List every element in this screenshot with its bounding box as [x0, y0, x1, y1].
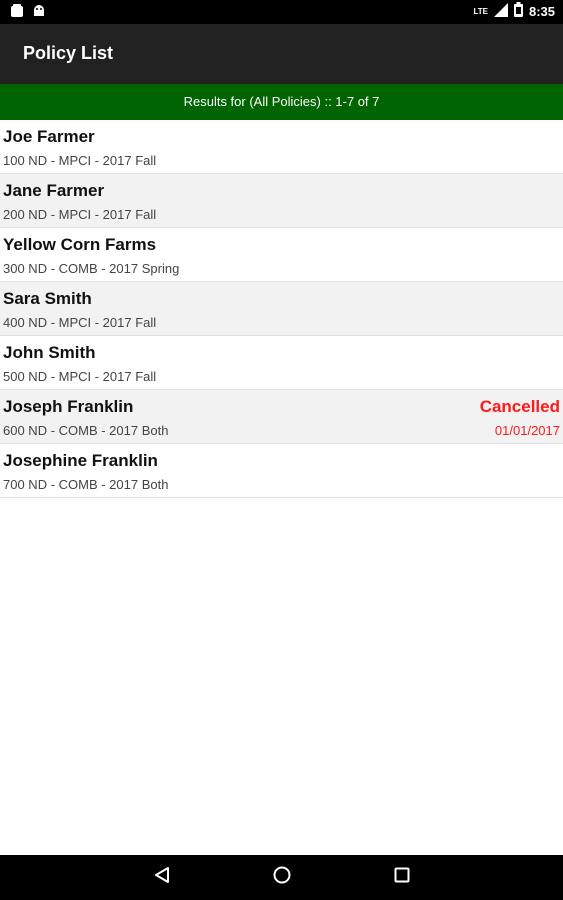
policy-name: Joseph Franklin — [3, 397, 134, 416]
recents-icon — [393, 866, 411, 889]
status-bar: LTE 8:35 — [0, 0, 563, 24]
android-icon — [32, 4, 46, 23]
policy-row[interactable]: Jane Farmer 200 ND - MPCI - 2017 Fall — [0, 174, 563, 228]
network-type: LTE — [473, 6, 488, 16]
policy-list: Joe Farmer 100 ND - MPCI - 2017 Fall Jan… — [0, 120, 563, 498]
policy-detail: 400 ND - MPCI - 2017 Fall — [3, 315, 157, 330]
back-icon — [153, 866, 171, 889]
policy-row[interactable]: Yellow Corn Farms 300 ND - COMB - 2017 S… — [0, 228, 563, 282]
policy-detail: 100 ND - MPCI - 2017 Fall — [3, 153, 157, 168]
notification-icon — [10, 4, 24, 23]
policy-row[interactable]: Joe Farmer 100 ND - MPCI - 2017 Fall — [0, 120, 563, 174]
app-bar: Policy List — [0, 24, 563, 84]
results-summary: Results for (All Policies) :: 1-7 of 7 — [0, 84, 563, 120]
policy-row[interactable]: Sara Smith 400 ND - MPCI - 2017 Fall — [0, 282, 563, 336]
policy-name: Jane Farmer — [3, 181, 105, 200]
home-icon — [272, 865, 292, 890]
policy-status: Cancelled — [479, 397, 560, 416]
policy-detail: 700 ND - COMB - 2017 Both — [3, 477, 169, 492]
policy-detail: 300 ND - COMB - 2017 Spring — [3, 261, 180, 276]
policy-row[interactable]: John Smith 500 ND - MPCI - 2017 Fall — [0, 336, 563, 390]
status-time: 8:35 — [528, 3, 555, 19]
back-button[interactable] — [132, 855, 192, 900]
policy-detail: 500 ND - MPCI - 2017 Fall — [3, 369, 157, 384]
battery-icon — [513, 2, 523, 20]
nav-bar — [0, 855, 563, 900]
home-button[interactable] — [252, 855, 312, 900]
policy-name: Joe Farmer — [3, 127, 95, 146]
recents-button[interactable] — [372, 855, 432, 900]
policy-name: Sara Smith — [3, 289, 92, 308]
policy-detail: 200 ND - MPCI - 2017 Fall — [3, 207, 157, 222]
policy-name: John Smith — [3, 343, 96, 362]
policy-row[interactable]: Josephine Franklin 700 ND - COMB - 2017 … — [0, 444, 563, 498]
policy-name: Josephine Franklin — [3, 451, 158, 470]
policy-status-date: 01/01/2017 — [494, 423, 560, 438]
policy-name: Yellow Corn Farms — [3, 235, 157, 254]
page-title: Policy List — [23, 43, 114, 63]
signal-icon — [493, 2, 508, 20]
policy-row[interactable]: Joseph Franklin 600 ND - COMB - 2017 Bot… — [0, 390, 563, 444]
policy-detail: 600 ND - COMB - 2017 Both — [3, 423, 169, 438]
